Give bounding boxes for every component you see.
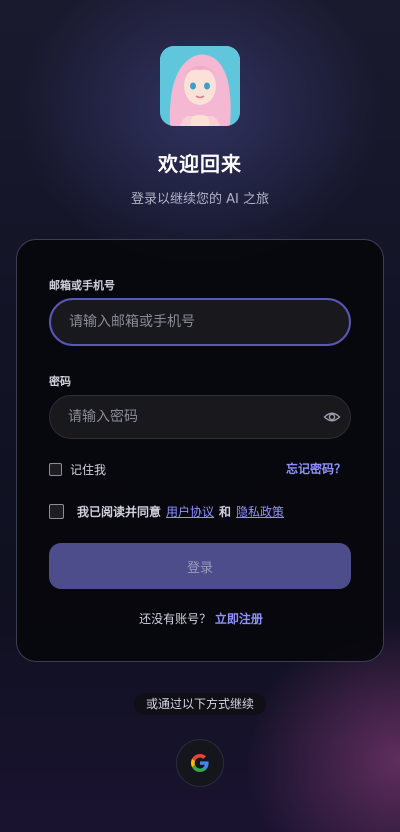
remember-me[interactable]: 记住我 — [49, 461, 106, 478]
login-button[interactable]: 登录 — [49, 543, 351, 589]
google-login-button[interactable] — [176, 739, 224, 787]
page-title: 欢迎回来 — [158, 152, 242, 176]
app-avatar — [160, 46, 240, 126]
header: 欢迎回来 登录以继续您的 AI 之旅 — [0, 0, 400, 230]
eye-icon[interactable] — [323, 408, 341, 426]
page-subtitle: 登录以继续您的 AI 之旅 — [131, 192, 269, 207]
alt-login-divider: 或通过以下方式继续 — [134, 693, 266, 715]
forgot-password-link[interactable]: 忘记密码？ — [286, 460, 346, 477]
password-input[interactable] — [49, 395, 351, 439]
email-label: 邮箱或手机号 — [49, 279, 115, 292]
signup-prompt: 还没有账号？ 立即注册 — [17, 610, 385, 627]
password-label: 密码 — [49, 375, 71, 388]
agreement-row: 我已阅读并同意 用户协议 和 隐私政策 — [49, 503, 284, 520]
login-card: 邮箱或手机号 密码 记住我 忘记密码？ 我已阅读并同意 用户协议 和 隐私政策 … — [16, 239, 384, 662]
email-input[interactable] — [49, 298, 351, 346]
terms-link[interactable]: 用户协议 — [166, 503, 214, 520]
remember-checkbox[interactable] — [49, 463, 62, 476]
register-link[interactable]: 立即注册 — [215, 612, 263, 626]
remember-label: 记住我 — [70, 463, 107, 477]
no-account-text: 还没有账号？ — [139, 612, 212, 626]
agree-checkbox[interactable] — [49, 504, 64, 519]
agree-prefix: 我已阅读并同意 — [77, 505, 162, 519]
and-text: 和 — [219, 505, 232, 519]
privacy-link[interactable]: 隐私政策 — [236, 503, 284, 520]
google-icon — [191, 754, 209, 772]
